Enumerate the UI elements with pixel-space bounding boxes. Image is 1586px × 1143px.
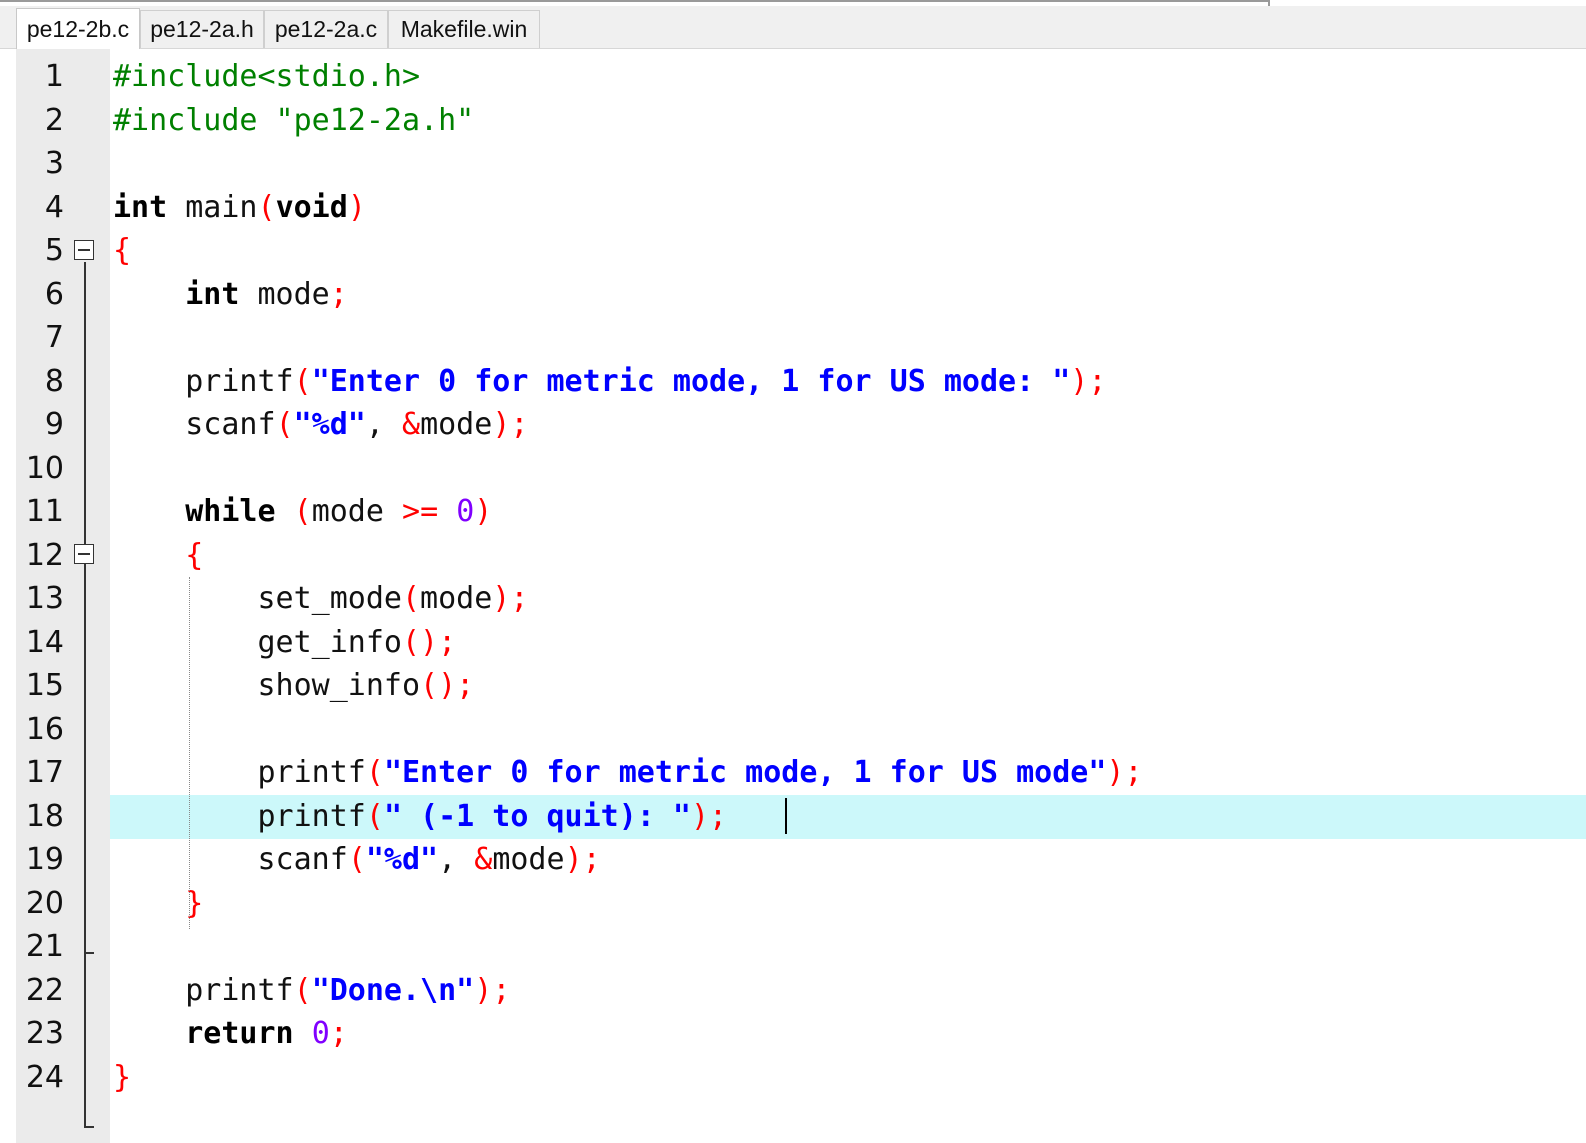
line-number: 18 bbox=[25, 798, 64, 834]
code-line[interactable]: 14 get_info(); bbox=[0, 621, 1586, 665]
code-line[interactable]: 6 int mode; bbox=[0, 273, 1586, 317]
code-text[interactable]: scanf("%d", &mode); bbox=[113, 838, 600, 882]
line-number: 23 bbox=[25, 1016, 64, 1051]
code-line[interactable]: 23 return 0; bbox=[0, 1012, 1586, 1056]
code-text[interactable]: set_mode(mode); bbox=[113, 577, 528, 621]
line-number: 4 bbox=[44, 189, 64, 225]
line-number: 21 bbox=[25, 929, 64, 964]
code-line[interactable]: 12 { bbox=[0, 534, 1586, 578]
line-number: 19 bbox=[25, 842, 64, 877]
line-number: 5 bbox=[44, 233, 64, 268]
code-text[interactable]: printf("Done.\n"); bbox=[113, 969, 510, 1013]
code-line[interactable]: 9 scanf("%d", &mode); bbox=[0, 403, 1586, 447]
code-line[interactable]: 8 printf("Enter 0 for metric mode, 1 for… bbox=[0, 360, 1586, 404]
line-number: 13 bbox=[25, 581, 64, 616]
code-line[interactable]: 13 set_mode(mode); bbox=[0, 577, 1586, 621]
code-text[interactable]: printf(" (-1 to quit): "); bbox=[113, 795, 727, 839]
code-text[interactable]: printf("Enter 0 for metric mode, 1 for U… bbox=[113, 360, 1106, 404]
tab-pe12-2a-c[interactable]: pe12-2a.c bbox=[264, 10, 388, 48]
code-line[interactable]: 21 bbox=[0, 925, 1586, 969]
fold-toggle-main-icon[interactable] bbox=[74, 240, 94, 260]
line-number: 22 bbox=[25, 972, 64, 1008]
code-line[interactable]: 7 bbox=[0, 316, 1586, 360]
line-number: 7 bbox=[44, 320, 64, 355]
code-line[interactable]: 5{ bbox=[0, 229, 1586, 273]
code-text[interactable]: #include "pe12-2a.h" bbox=[113, 99, 474, 143]
line-number: 15 bbox=[25, 668, 64, 703]
code-text[interactable]: return 0; bbox=[113, 1012, 348, 1056]
text-caret bbox=[785, 798, 787, 834]
code-line[interactable]: 2 #include "pe12-2a.h" bbox=[0, 99, 1586, 143]
code-line[interactable]: 1 #include<stdio.h> bbox=[0, 55, 1586, 99]
code-line[interactable]: 22 printf("Done.\n"); bbox=[0, 969, 1586, 1013]
tab-makefile-win[interactable]: Makefile.win bbox=[388, 10, 540, 48]
code-line[interactable]: 3 bbox=[0, 142, 1586, 186]
fold-end-while bbox=[84, 952, 94, 954]
tab-pe12-2b-c[interactable]: pe12-2b.c bbox=[16, 8, 140, 49]
code-line[interactable]: 4 int main(void) bbox=[0, 186, 1586, 230]
fold-end-main bbox=[84, 1126, 94, 1128]
code-text[interactable]: } bbox=[113, 1056, 131, 1100]
code-text[interactable]: while (mode >= 0) bbox=[113, 490, 492, 534]
fold-guide-main bbox=[84, 262, 86, 1127]
code-line[interactable]: 19 scanf("%d", &mode); bbox=[0, 838, 1586, 882]
line-number: 6 bbox=[44, 276, 64, 312]
line-number: 2 bbox=[44, 102, 64, 138]
code-text[interactable]: int mode; bbox=[113, 273, 348, 317]
code-editor[interactable]: 1 #include<stdio.h> 2 #include "pe12-2a.h" 3… bbox=[0, 49, 1586, 1143]
code-line[interactable]: 10 bbox=[0, 447, 1586, 491]
code-line[interactable]: 18 printf(" (-1 to quit): "); bbox=[0, 794, 1586, 839]
code-line[interactable]: 11 while (mode >= 0) bbox=[0, 490, 1586, 534]
line-number: 3 bbox=[44, 146, 64, 181]
line-number: 14 bbox=[25, 624, 64, 660]
line-number: 11 bbox=[25, 494, 64, 529]
code-line[interactable]: 17 printf("Enter 0 for metric mode, 1 fo… bbox=[0, 751, 1586, 795]
code-text[interactable]: int main(void) bbox=[113, 186, 366, 230]
line-number: 8 bbox=[44, 363, 64, 399]
code-text[interactable]: { bbox=[113, 229, 131, 273]
line-number: 16 bbox=[25, 711, 64, 747]
code-line[interactable]: 24} bbox=[0, 1056, 1586, 1100]
indent-guide bbox=[189, 577, 190, 929]
code-text[interactable]: scanf("%d", &mode); bbox=[113, 403, 528, 447]
code-line[interactable]: 16 bbox=[0, 708, 1586, 752]
line-number: 17 bbox=[25, 755, 64, 790]
line-number: 1 bbox=[44, 59, 64, 94]
line-number: 10 bbox=[25, 450, 64, 486]
code-text[interactable]: printf("Enter 0 for metric mode, 1 for U… bbox=[113, 751, 1142, 795]
line-number: 12 bbox=[25, 537, 64, 573]
line-number: 24 bbox=[25, 1059, 64, 1095]
line-number: 9 bbox=[44, 407, 64, 442]
code-line[interactable]: 15 show_info(); bbox=[0, 664, 1586, 708]
code-text[interactable]: #include<stdio.h> bbox=[113, 55, 420, 99]
tab-bar: pe12-2b.c pe12-2a.h pe12-2a.c Makefile.w… bbox=[0, 6, 1586, 49]
code-line[interactable]: 20 } bbox=[0, 882, 1586, 926]
code-text[interactable]: get_info(); bbox=[113, 621, 456, 665]
code-text[interactable]: { bbox=[113, 534, 203, 578]
line-number: 20 bbox=[25, 885, 64, 921]
code-text[interactable]: show_info(); bbox=[113, 664, 474, 708]
window-top-border bbox=[0, 0, 1270, 2]
tab-pe12-2a-h[interactable]: pe12-2a.h bbox=[140, 10, 264, 48]
fold-toggle-while-icon[interactable] bbox=[74, 544, 94, 564]
